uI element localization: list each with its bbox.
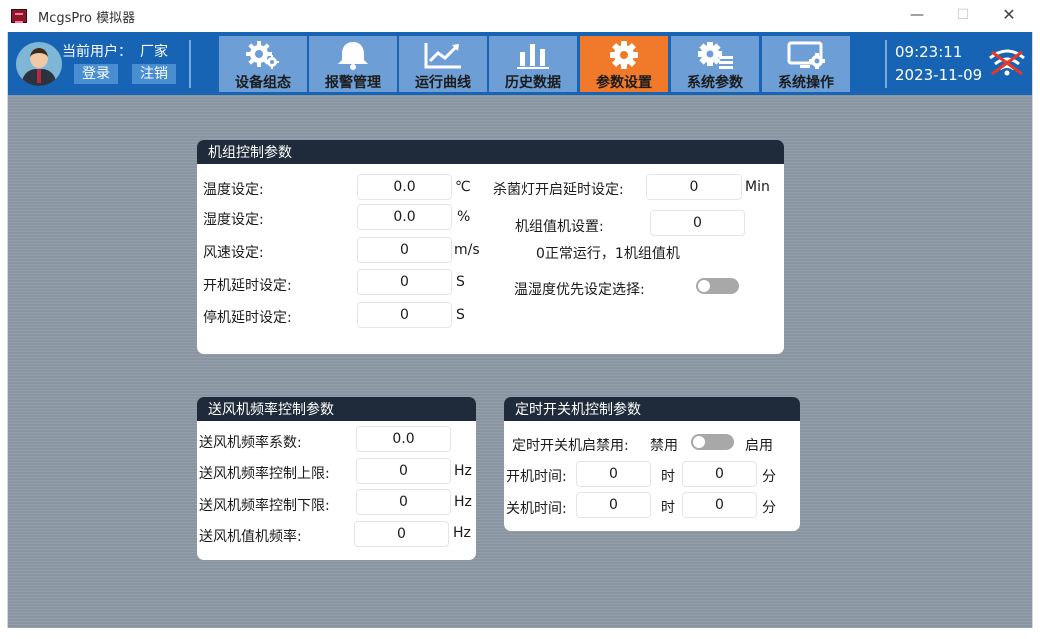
power-off-minute-input[interactable]: 0 [682,492,757,518]
timer-enable-toggle[interactable] [691,434,734,450]
tab-alarm-management[interactable]: 报警管理 [309,36,397,92]
wind-speed-unit: m/s [454,242,480,258]
unit-duty-hint: 0正常运行，1机组值机 [536,246,680,262]
panel-title: 定时开关机控制参数 [504,397,800,421]
gear-list-icon [698,42,733,69]
wind-speed-input[interactable]: 0 [357,237,452,263]
maximize-button[interactable]: ☐ [940,0,986,32]
tab-label: 运行曲线 [415,75,471,91]
unit-control-panel: 机组控制参数 温度设定: 0.0 ℃ 湿度设定: 0.0 % 风速设定: 0 m… [197,140,784,354]
tab-history-data[interactable]: 历史数据 [489,36,577,92]
humidity-setting-label: 湿度设定: [203,212,264,228]
humidity-unit: % [457,209,471,225]
header-divider [885,40,887,88]
fan-upper-unit: Hz [454,463,472,479]
unit-duty-input[interactable]: 0 [650,210,745,236]
tab-parameter-settings[interactable]: 参数设置 [580,36,668,92]
fan-duty-unit: Hz [453,525,471,541]
tab-device-config[interactable]: 设备组态 [219,36,307,92]
tab-run-curve[interactable]: 运行曲线 [399,36,487,92]
priority-toggle[interactable] [696,278,739,294]
current-user-name: 厂家 [140,44,168,60]
window-titlebar: McgsPro 模拟器 — ☐ ✕ [0,0,1040,32]
fan-frequency-panel: 送风机频率控制参数 送风机频率系数: 0.0 送风机频率控制上限: 0 Hz 送… [197,397,476,560]
power-on-hour-input[interactable]: 0 [576,461,651,487]
start-delay-unit: S [456,274,465,290]
timer-panel: 定时开关机控制参数 定时开关机启禁用: 禁用 启用 开机时间: 0 时 0 分 … [504,397,800,531]
fan-lower-unit: Hz [454,494,472,510]
bar-chart-icon [517,44,549,69]
tab-label: 参数设置 [596,75,652,91]
fan-duty-input[interactable]: 0 [354,521,449,547]
logout-button[interactable]: 注销 [132,64,176,84]
fan-lower-label: 送风机频率控制下限: [199,498,330,514]
timer-disable-text: 禁用 [650,438,678,454]
monitor-gear-icon [787,41,825,69]
temp-unit: ℃ [455,179,471,195]
clock-time: 09:23:11 [895,43,963,61]
current-user-label: 当前用户： [62,44,132,60]
window-right-border [1032,32,1040,639]
power-off-time-label: 关机时间: [506,501,567,517]
uv-lamp-delay-unit: Min [745,179,770,195]
priority-select-label: 温湿度优先设定选择: [514,282,645,298]
stop-delay-unit: S [456,307,465,323]
power-off-hour-input[interactable]: 0 [576,492,651,518]
hour-unit: 时 [661,500,675,516]
unit-duty-label: 机组值机设置: [515,219,604,235]
header-divider [189,40,191,88]
window-bottom-border [0,628,1040,639]
hour-unit: 时 [661,469,675,485]
minute-unit: 分 [762,469,776,485]
trend-chart-icon [424,43,461,69]
power-on-time-label: 开机时间: [506,469,567,485]
app-logo-icon [11,9,27,23]
tab-label: 系统操作 [778,75,834,91]
timer-enable-label: 定时开关机启禁用: [512,438,629,454]
login-button[interactable]: 登录 [74,64,118,84]
temp-setting-label: 温度设定: [203,182,264,198]
fan-upper-label: 送风机频率控制上限: [199,466,330,482]
tab-label: 系统参数 [687,75,743,91]
tab-label: 报警管理 [325,75,381,91]
fan-upper-input[interactable]: 0 [356,458,451,484]
tab-label: 历史数据 [505,75,561,91]
start-delay-input[interactable]: 0 [357,269,452,295]
window-title: McgsPro 模拟器 [38,11,136,26]
humidity-setting-input[interactable]: 0.0 [357,204,452,230]
uv-lamp-delay-input[interactable]: 0 [646,174,742,200]
window-left-border [0,32,8,639]
panel-title: 机组控制参数 [197,140,784,164]
fan-duty-label: 送风机值机频率: [199,529,302,545]
panel-title: 送风机频率控制参数 [197,397,476,421]
uv-lamp-delay-label: 杀菌灯开启延时设定: [493,182,624,198]
network-disconnected-icon [989,49,1025,76]
fan-coef-label: 送风机频率系数: [199,435,302,451]
gear-icon [610,41,638,69]
tab-label: 设备组态 [235,75,291,91]
fan-lower-input[interactable]: 0 [356,489,451,515]
gears-icon [246,41,279,69]
minimize-button[interactable]: — [894,0,940,32]
user-avatar [16,42,62,86]
tab-system-parameters[interactable]: 系统参数 [671,36,759,92]
stop-delay-input[interactable]: 0 [357,302,452,328]
close-button[interactable]: ✕ [986,0,1032,32]
temp-setting-input[interactable]: 0.0 [357,174,452,200]
bell-icon [338,42,368,70]
clock-date: 2023-11-09 [895,66,983,84]
wind-speed-label: 风速设定: [203,245,264,261]
stop-delay-label: 停机延时设定: [203,310,292,326]
start-delay-label: 开机延时设定: [203,278,292,294]
power-on-minute-input[interactable]: 0 [682,461,757,487]
fan-coef-input[interactable]: 0.0 [356,426,451,452]
tab-system-operation[interactable]: 系统操作 [762,36,850,92]
timer-enable-text: 启用 [745,438,773,454]
minute-unit: 分 [762,500,776,516]
